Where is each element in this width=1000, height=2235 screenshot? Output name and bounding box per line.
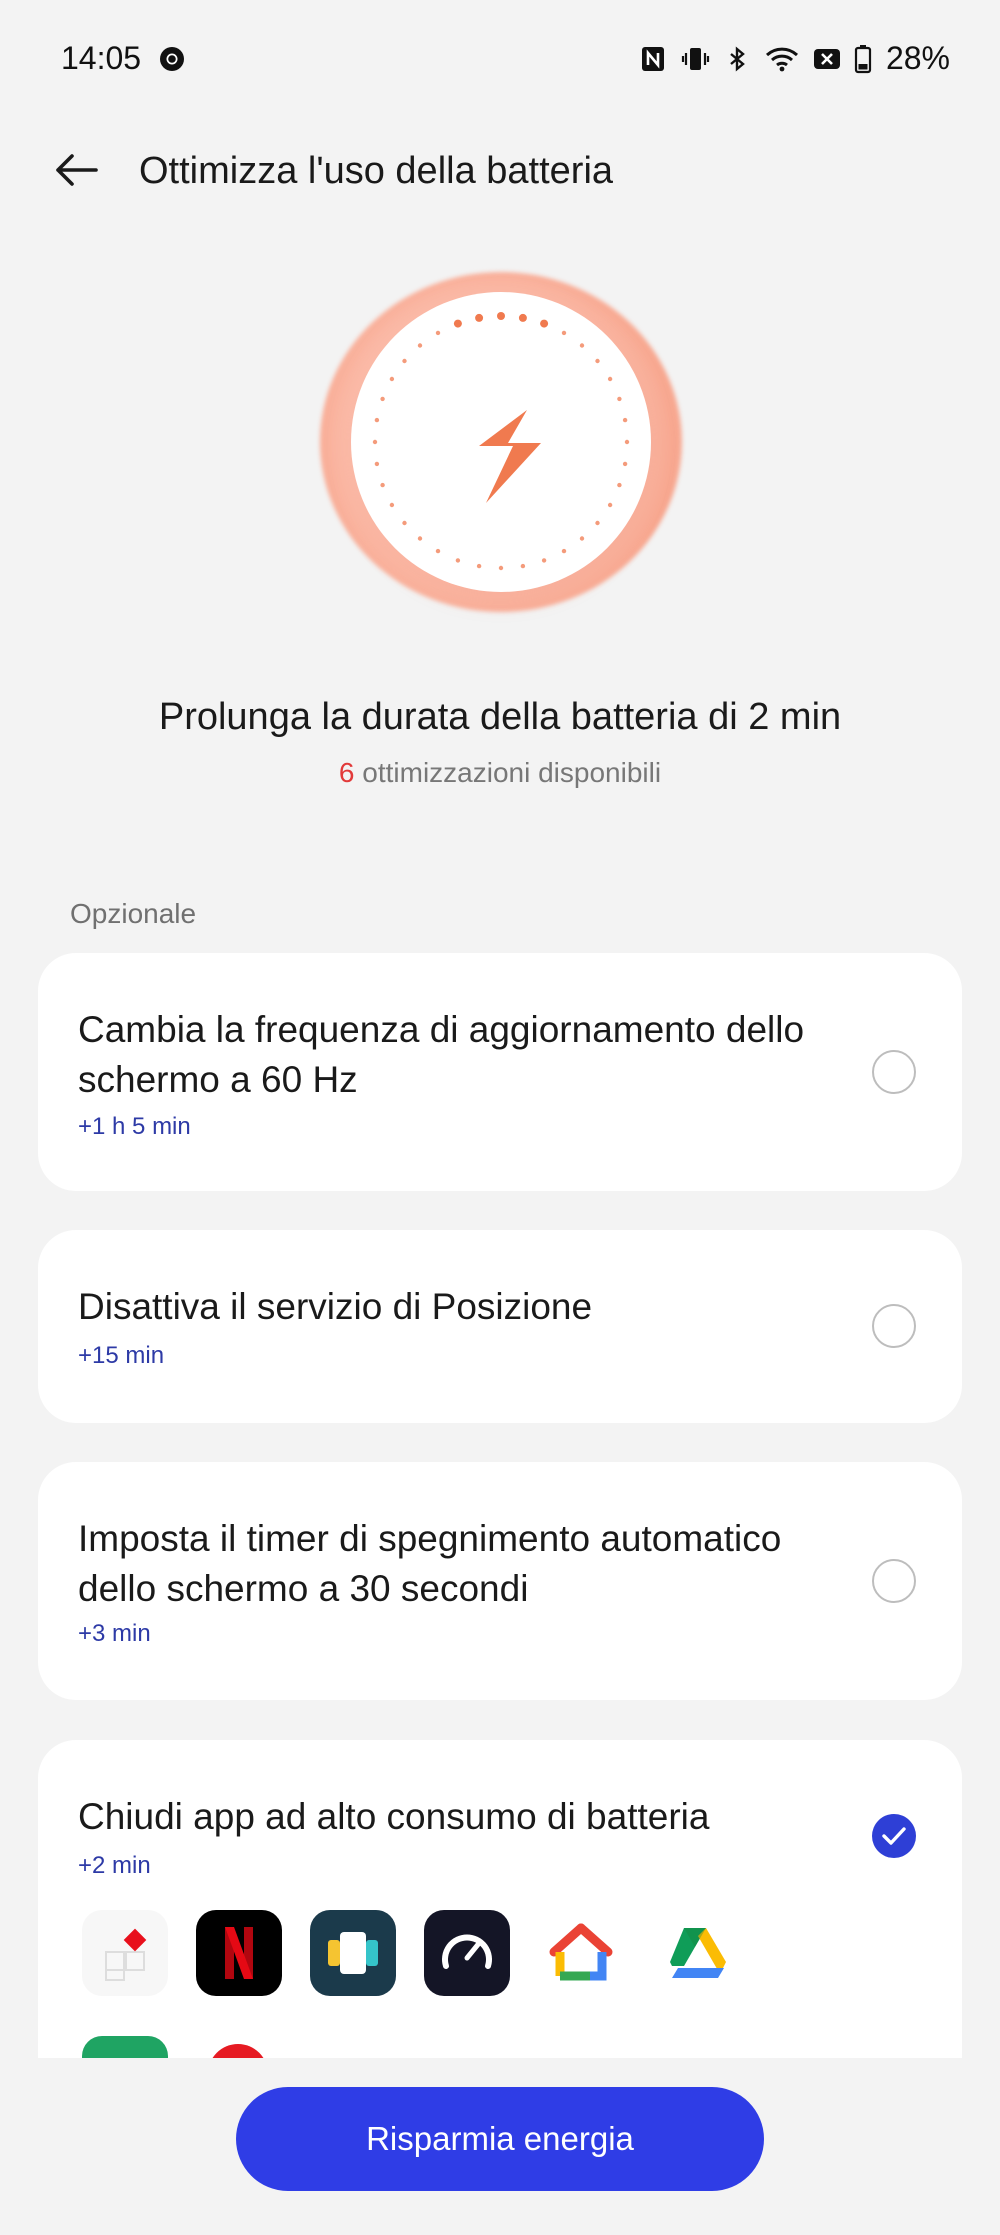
option-radio[interactable] bbox=[872, 1304, 916, 1348]
back-button[interactable] bbox=[48, 142, 104, 198]
dial-dot bbox=[380, 396, 385, 402]
google-home-icon[interactable] bbox=[538, 1910, 624, 1996]
option-gain: +3 min bbox=[78, 1620, 151, 1647]
dial-dot bbox=[624, 439, 630, 445]
optimization-count: 6 bbox=[338, 757, 355, 788]
shapes-app-icon[interactable] bbox=[82, 1910, 168, 1996]
nfc-icon bbox=[641, 46, 664, 71]
option-card-location[interactable]: Disattiva il servizio di Posizione +15 m… bbox=[38, 1230, 962, 1423]
option-radio[interactable] bbox=[872, 1559, 916, 1603]
dial-dot bbox=[540, 319, 549, 328]
dial-dot bbox=[374, 461, 380, 467]
dial-dot bbox=[475, 313, 484, 322]
netflix-icon[interactable] bbox=[196, 1910, 282, 1996]
dial-dot bbox=[520, 563, 526, 569]
dial-dot bbox=[380, 482, 385, 488]
lightning-bolt-icon bbox=[479, 410, 541, 503]
dial-dot bbox=[617, 396, 622, 402]
option-gain: +15 min bbox=[78, 1342, 165, 1369]
dial-dot bbox=[518, 313, 527, 322]
dial-dot bbox=[561, 330, 567, 336]
dial-dot bbox=[372, 439, 378, 445]
option-checkbox-checked[interactable] bbox=[872, 1814, 916, 1858]
dial-dot bbox=[622, 461, 628, 467]
page-title: Ottimizza l'uso della batteria bbox=[139, 150, 614, 192]
google-drive-icon[interactable] bbox=[652, 1910, 738, 1996]
option-card-refresh-rate[interactable]: Cambia la frequenza di aggiornamento del… bbox=[38, 953, 962, 1191]
option-title: Disattiva il servizio di Posizione bbox=[78, 1286, 593, 1327]
dial-dot bbox=[541, 558, 547, 563]
dial-dot bbox=[417, 536, 423, 541]
dial-dot bbox=[374, 417, 380, 423]
summary-subline: 6 ottimizzazioni disponibili bbox=[0, 757, 1000, 789]
dial-dot bbox=[595, 358, 600, 364]
option-card-screen-timeout[interactable]: Imposta il timer di spegnimento automati… bbox=[38, 1462, 962, 1700]
dial-dot bbox=[498, 565, 504, 571]
dial-dots bbox=[372, 312, 630, 571]
speedtest-icon[interactable] bbox=[424, 1910, 510, 1996]
optimization-count-label: ottimizzazioni disponibili bbox=[354, 757, 662, 788]
dial-dot bbox=[389, 376, 395, 382]
option-title: Cambia la frequenza di aggiornamento del… bbox=[78, 1009, 805, 1100]
dial-dot bbox=[389, 502, 395, 508]
dial-dot bbox=[607, 376, 613, 382]
no-sim-icon bbox=[813, 48, 840, 69]
status-icons: 28% bbox=[638, 40, 950, 77]
option-title: Imposta il timer di spegnimento automati… bbox=[78, 1518, 782, 1609]
option-gain: +1 h 5 min bbox=[78, 1113, 191, 1140]
bluetooth-icon bbox=[730, 45, 745, 72]
dial-dot bbox=[402, 520, 407, 526]
status-time: 14:05 bbox=[61, 40, 142, 76]
dial-dot bbox=[595, 520, 600, 526]
wifi-icon bbox=[765, 47, 798, 71]
arrow-left-icon bbox=[56, 154, 98, 186]
option-title: Chiudi app ad alto consumo di batteria bbox=[78, 1796, 710, 1837]
dial-dot bbox=[476, 563, 482, 569]
dial-dot bbox=[497, 312, 505, 320]
apps-row bbox=[82, 1910, 738, 1996]
dial-dot bbox=[561, 548, 567, 554]
dial-dot bbox=[455, 558, 461, 563]
dial-dot bbox=[579, 536, 585, 541]
dial-dot bbox=[607, 502, 613, 508]
chrome-icon bbox=[160, 47, 184, 71]
option-gain: +2 min bbox=[78, 1852, 151, 1879]
dial-dot bbox=[579, 343, 585, 348]
dial-dot bbox=[402, 358, 407, 364]
dial-dot bbox=[622, 417, 628, 423]
check-icon bbox=[882, 1827, 906, 1845]
dial-dot bbox=[617, 482, 622, 488]
dial-dot bbox=[453, 319, 462, 328]
dial-dot bbox=[417, 343, 423, 348]
vibrate-icon bbox=[681, 47, 710, 70]
battery-hero bbox=[320, 272, 682, 612]
status-bar: 14:05 28% bbox=[0, 0, 1000, 120]
save-energy-button[interactable]: Risparmia energia bbox=[236, 2087, 764, 2191]
dial-dot bbox=[435, 548, 441, 554]
stack-app-icon[interactable] bbox=[310, 1910, 396, 1996]
summary-headline: Prolunga la durata della batteria di 2 m… bbox=[158, 696, 842, 738]
option-radio[interactable] bbox=[872, 1050, 916, 1094]
dial-dot bbox=[435, 330, 441, 336]
section-label: Opzionale bbox=[70, 898, 197, 929]
battery-icon bbox=[854, 44, 872, 73]
battery-percent: 28% bbox=[885, 40, 950, 76]
